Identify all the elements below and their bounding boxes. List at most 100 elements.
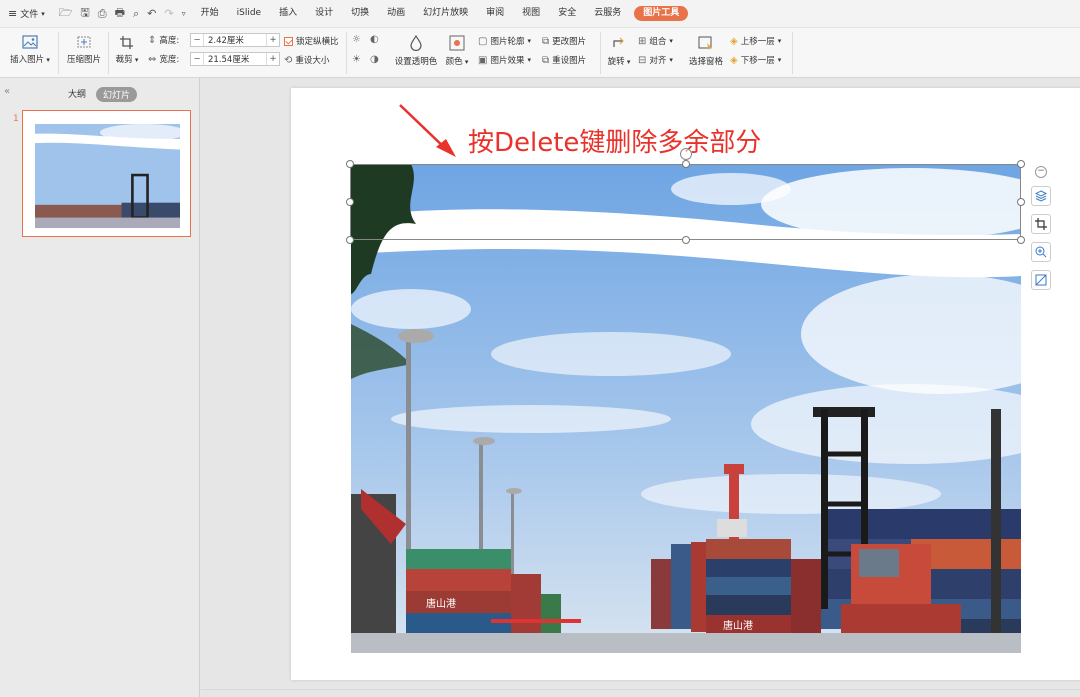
rotate-icon <box>613 37 624 47</box>
reset-size-icon: ⟲ <box>284 54 293 66</box>
brightness-down-icon: ☀ <box>352 54 361 65</box>
reset-size-button[interactable]: ⟲ 重设大小 <box>284 54 329 67</box>
change-picture-button[interactable]: ⧉ 更改图片 <box>542 35 586 48</box>
contrast-down-button[interactable]: ◑ <box>370 54 379 65</box>
width-field[interactable]: − 21.54厘米 + <box>190 52 280 66</box>
selection-frame[interactable] <box>350 164 1021 240</box>
resize-handle-bottom[interactable] <box>682 236 690 244</box>
zoom-button[interactable] <box>1031 242 1051 262</box>
reset-picture-icon: ⧉ <box>542 54 550 66</box>
collapse-panel-icon[interactable]: « <box>4 86 10 97</box>
reset-picture-button[interactable]: ⧉ 重设图片 <box>542 54 586 67</box>
export-pdf-icon[interactable]: ⎙ <box>98 7 107 21</box>
tab-transition[interactable]: 切换 <box>342 0 378 27</box>
slide-thumbnail[interactable] <box>22 110 191 237</box>
crop-float-button[interactable] <box>1031 214 1051 234</box>
width-icon: ⇔ <box>148 53 157 65</box>
redo-icon[interactable]: ↷ <box>164 7 173 20</box>
slide[interactable]: 唐山港 唐山港 按Delete键删除多余部分 − <box>291 88 1080 680</box>
contrast-up-icon: ◐ <box>370 34 379 45</box>
file-menu[interactable]: ≡ 文件 ▾ <box>0 0 53 27</box>
color-icon <box>449 35 465 51</box>
chevron-down-icon: ▾ <box>41 9 45 18</box>
customize-icon[interactable]: ▿ <box>182 9 186 18</box>
width-increase-button[interactable]: + <box>266 53 279 65</box>
menu-bar: ≡ 文件 ▾ 🗁 🖫 ⎙ 🖶 ⌕ ↶ ↷ ▿ 开始 iSlide 插入 设计 切… <box>0 0 1080 27</box>
layers-button[interactable] <box>1031 186 1051 206</box>
port-sign-text: 唐山港 <box>426 597 456 610</box>
minimize-toolbar-icon[interactable]: − <box>1035 166 1047 178</box>
selection-pane-button[interactable]: 选择窗格 <box>686 35 726 67</box>
contrast-up-button[interactable]: ◐ <box>370 34 379 45</box>
slides-panel: « 大纲 幻灯片 1 <box>0 78 200 697</box>
effect-icon: ▣ <box>478 54 488 66</box>
tab-review[interactable]: 审阅 <box>477 0 513 27</box>
send-backward-button[interactable]: ◈ 下移一层 ▾ <box>730 54 781 67</box>
brightness-up-button[interactable]: ☼ <box>352 34 361 45</box>
brightness-down-button[interactable]: ☀ <box>352 54 361 65</box>
tab-insert[interactable]: 插入 <box>270 0 306 27</box>
group-button[interactable]: ⊞ 组合 ▾ <box>638 35 673 48</box>
picture-style-button[interactable] <box>1031 270 1051 290</box>
group-icon: ⊞ <box>638 35 647 47</box>
tab-animation[interactable]: 动画 <box>378 0 414 27</box>
resize-handle-left[interactable] <box>346 198 354 206</box>
rotate-button[interactable]: 旋转 ▾ <box>604 35 634 67</box>
lock-aspect-checkbox[interactable]: 锁定纵横比 <box>284 35 339 47</box>
ribbon-toolbar: 插入图片 ▾ 压缩图片 裁剪 ▾ ⇕ 高度: − 2.42厘米 + ⇔ 宽度: − … <box>0 27 1080 78</box>
brightness-up-icon: ☼ <box>352 34 361 45</box>
width-decrease-button[interactable]: − <box>191 53 204 65</box>
undo-icon[interactable]: ↶ <box>147 7 156 20</box>
resize-handle-tl[interactable] <box>346 160 354 168</box>
outline-icon: ▢ <box>478 35 488 47</box>
status-bar <box>201 689 1080 697</box>
height-decrease-button[interactable]: − <box>191 34 204 46</box>
resize-handle-tr[interactable] <box>1017 160 1025 168</box>
save-icon[interactable]: 🖫 <box>80 4 89 23</box>
print-icon[interactable]: 🖶 <box>115 4 125 23</box>
selection-pane-icon <box>698 36 712 50</box>
tab-security[interactable]: 安全 <box>549 0 585 27</box>
checkbox-checked-icon <box>284 36 293 46</box>
slide-number: 1 <box>13 114 19 124</box>
port-sign-text-2: 唐山港 <box>723 619 753 632</box>
compress-picture-button[interactable]: 压缩图片 <box>64 35 104 65</box>
crop-button[interactable]: 裁剪 ▾ <box>112 35 142 65</box>
insert-picture-button[interactable]: 插入图片 ▾ <box>6 35 54 65</box>
annotation-arrow <box>399 104 456 157</box>
height-icon: ⇕ <box>148 34 157 46</box>
tab-picture-tools[interactable]: 图片工具 <box>634 6 689 21</box>
height-label: ⇕ 高度: <box>148 34 180 47</box>
tab-slides[interactable]: 幻灯片 <box>96 87 138 102</box>
editing-canvas: 唐山港 唐山港 按Delete键删除多余部分 − <box>201 78 1080 697</box>
print-preview-icon[interactable]: ⌕ <box>133 7 139 21</box>
tab-outline[interactable]: 大纲 <box>68 87 86 100</box>
align-icon: ⊟ <box>638 54 647 66</box>
tab-design[interactable]: 设计 <box>306 0 342 27</box>
bring-forward-icon: ◈ <box>730 35 738 47</box>
height-increase-button[interactable]: + <box>266 34 279 46</box>
resize-handle-top[interactable] <box>682 160 690 168</box>
crop-float-icon <box>1035 218 1047 230</box>
tab-islide[interactable]: iSlide <box>228 0 270 27</box>
tab-view[interactable]: 视图 <box>513 0 549 27</box>
resize-handle-bl[interactable] <box>346 236 354 244</box>
tab-cloud[interactable]: 云服务 <box>585 0 630 27</box>
open-folder-icon[interactable]: 🗁 <box>59 4 73 23</box>
align-button[interactable]: ⊟ 对齐 ▾ <box>638 54 673 67</box>
resize-handle-right[interactable] <box>1017 198 1025 206</box>
tab-home[interactable]: 开始 <box>192 0 228 27</box>
color-button[interactable]: 颜色 ▾ <box>444 35 470 67</box>
height-field[interactable]: − 2.42厘米 + <box>190 33 280 47</box>
height-value[interactable]: 2.42厘米 <box>204 34 266 46</box>
width-value[interactable]: 21.54厘米 <box>204 53 266 65</box>
picture-effect-button[interactable]: ▣ 图片效果 ▾ <box>478 54 531 67</box>
rotate-handle-icon[interactable] <box>680 148 692 160</box>
bring-forward-button[interactable]: ◈ 上移一层 ▾ <box>730 35 781 48</box>
set-transparent-color-button[interactable]: 设置透明色 <box>392 35 440 67</box>
picture-outline-button[interactable]: ▢ 图片轮廓 ▾ <box>478 35 531 48</box>
send-backward-icon: ◈ <box>730 54 738 66</box>
tab-slideshow[interactable]: 幻灯片放映 <box>414 0 477 27</box>
resize-handle-br[interactable] <box>1017 236 1025 244</box>
zoom-in-icon <box>1035 246 1047 258</box>
